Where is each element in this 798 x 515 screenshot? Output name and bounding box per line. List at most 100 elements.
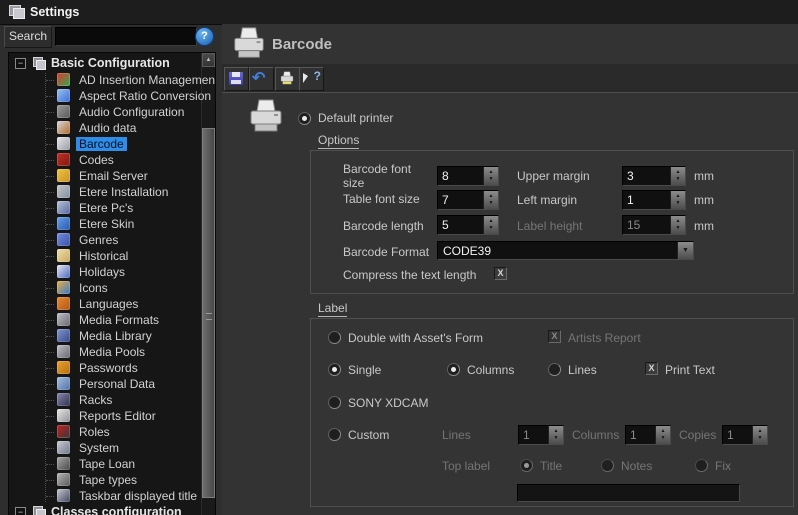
search-input[interactable] (55, 27, 197, 46)
label-height-unit: mm (694, 219, 714, 233)
tree-item-genres[interactable]: Genres (9, 232, 215, 248)
tree-item-codes[interactable]: Codes (9, 152, 215, 168)
artists-report-checkbox[interactable]: X (548, 330, 561, 343)
sony-xdcam-radio[interactable] (328, 396, 341, 409)
lines-label: Lines (568, 363, 597, 377)
tree-item-taskbar-displayed-title[interactable]: Taskbar displayed title (9, 488, 215, 504)
barcode-format-label: Barcode Format (343, 245, 429, 259)
tree-item-personal-data[interactable]: Personal Data (9, 376, 215, 392)
spinner-arrows-icon[interactable]: ▲▼ (655, 426, 670, 444)
tree-root-basic-configuration[interactable]: −Basic Configuration (9, 55, 215, 71)
label-groupbox (310, 318, 794, 507)
upper-margin-unit: mm (694, 169, 714, 183)
spinner-arrows-icon[interactable]: ▲▼ (548, 426, 563, 444)
tree-item-audio-data[interactable]: Audio data (9, 120, 215, 136)
table-font-size-spinner[interactable]: 7▲▼ (437, 190, 499, 210)
default-printer-radio[interactable] (298, 112, 311, 125)
spinner-arrows-icon[interactable]: ▲▼ (483, 191, 498, 209)
barcode-length-spinner[interactable]: 5▲▼ (437, 215, 499, 235)
save-icon (229, 72, 243, 85)
undo-button[interactable]: ↶ (249, 67, 274, 91)
tree-item-etere-skin[interactable]: Etere Skin (9, 216, 215, 232)
custom-radio[interactable] (328, 428, 341, 441)
tree-item-reports-editor[interactable]: Reports Editor (9, 408, 215, 424)
custom-lines-spinner[interactable]: 1▲▼ (518, 425, 564, 445)
folder-cascade-icon (33, 506, 46, 515)
context-help-button[interactable]: ? (299, 67, 324, 91)
title-radio[interactable] (520, 459, 533, 472)
tree-item-passwords[interactable]: Passwords (9, 360, 215, 376)
custom-text-input[interactable] (517, 484, 740, 502)
spinner-arrows-icon[interactable]: ▲▼ (670, 167, 685, 185)
spinner-arrows-icon[interactable]: ▲▼ (670, 216, 685, 234)
single-label: Single (348, 363, 381, 377)
tree-item-etere-installation[interactable]: Etere Installation (9, 184, 215, 200)
double-with-assets-form-label: Double with Asset's Form (348, 331, 483, 345)
left-margin-spinner[interactable]: 1▲▼ (622, 190, 686, 210)
chevron-down-icon[interactable]: ▼ (677, 242, 693, 259)
tree: ▲ −Basic ConfigurationAD Insertion Manag… (8, 52, 216, 515)
window-title: Settings (30, 5, 79, 19)
media-pools-icon (57, 345, 70, 358)
barcode-format-dropdown[interactable]: CODE39▼ (437, 241, 694, 260)
media-library-icon (57, 329, 70, 342)
help-icon[interactable]: ? (195, 27, 214, 46)
tree-item-holidays[interactable]: Holidays (9, 264, 215, 280)
collapse-icon[interactable]: − (15, 507, 26, 515)
audio-data-icon (57, 121, 70, 134)
tree-item-audio-configuration[interactable]: Audio Configuration (9, 104, 215, 120)
help-cursor-icon (303, 73, 308, 83)
holidays-icon (57, 265, 70, 278)
tree-item-racks[interactable]: Racks (9, 392, 215, 408)
lines-radio[interactable] (548, 363, 561, 376)
custom-columns-label: Columns (572, 428, 619, 442)
system-icon (57, 441, 70, 454)
tree-item-roles[interactable]: Roles (9, 424, 215, 440)
artists-report-label: Artists Report (568, 331, 641, 345)
custom-copies-spinner[interactable]: 1▲▼ (722, 425, 768, 445)
tree-item-aspect-ratio-conversion[interactable]: Aspect Ratio Conversion (9, 88, 215, 104)
tree-item-system[interactable]: System (9, 440, 215, 456)
label-height-label: Label height (517, 219, 582, 233)
genres-icon (57, 233, 70, 246)
print-button[interactable] (275, 67, 300, 91)
double-with-assets-form-radio[interactable] (328, 331, 341, 344)
compress-checkbox[interactable]: X (494, 267, 507, 280)
label-height-spinner[interactable]: 15▲▼ (622, 215, 686, 235)
settings-window-icon (9, 5, 24, 18)
columns-radio[interactable] (447, 363, 460, 376)
notes-radio[interactable] (601, 459, 614, 472)
languages-icon (57, 297, 70, 310)
tree-item-ad-insertion-management[interactable]: AD Insertion Management (9, 72, 215, 88)
racks-icon (57, 393, 70, 406)
custom-columns-spinner[interactable]: 1▲▼ (625, 425, 671, 445)
tree-item-media-library[interactable]: Media Library (9, 328, 215, 344)
spinner-arrows-icon[interactable]: ▲▼ (483, 167, 498, 185)
spinner-arrows-icon[interactable]: ▲▼ (752, 426, 767, 444)
tree-item-media-pools[interactable]: Media Pools (9, 344, 215, 360)
spinner-arrows-icon[interactable]: ▲▼ (483, 216, 498, 234)
tree-item-icons[interactable]: Icons (9, 280, 215, 296)
upper-margin-spinner[interactable]: 3▲▼ (622, 166, 686, 186)
tree-item-tape-types[interactable]: Tape types (9, 472, 215, 488)
single-radio[interactable] (328, 363, 341, 376)
passwords-key-icon (57, 361, 70, 374)
tree-item-languages[interactable]: Languages (9, 296, 215, 312)
undo-icon: ↶ (252, 68, 265, 88)
tree-root-classes-configuration[interactable]: −Classes configuration (9, 504, 215, 515)
roles-icon (57, 425, 70, 438)
tree-item-tape-loan[interactable]: Tape Loan (9, 456, 215, 472)
barcode-font-size-spinner[interactable]: 8▲▼ (437, 166, 499, 186)
tree-item-historical[interactable]: Historical (9, 248, 215, 264)
spinner-arrows-icon[interactable]: ▲▼ (670, 191, 685, 209)
print-text-checkbox[interactable]: X (645, 362, 658, 375)
tree-item-email-server[interactable]: Email Server (9, 168, 215, 184)
fix-radio[interactable] (695, 459, 708, 472)
taskbar-title-icon (57, 489, 70, 502)
save-button[interactable] (224, 67, 249, 91)
collapse-icon[interactable]: − (15, 58, 26, 69)
tree-item-media-formats[interactable]: Media Formats (9, 312, 215, 328)
tree-item-etere-pc-s[interactable]: Etere Pc's (9, 200, 215, 216)
aspect-ratio-icon (57, 89, 70, 102)
tree-item-barcode[interactable]: Barcode (9, 136, 215, 152)
